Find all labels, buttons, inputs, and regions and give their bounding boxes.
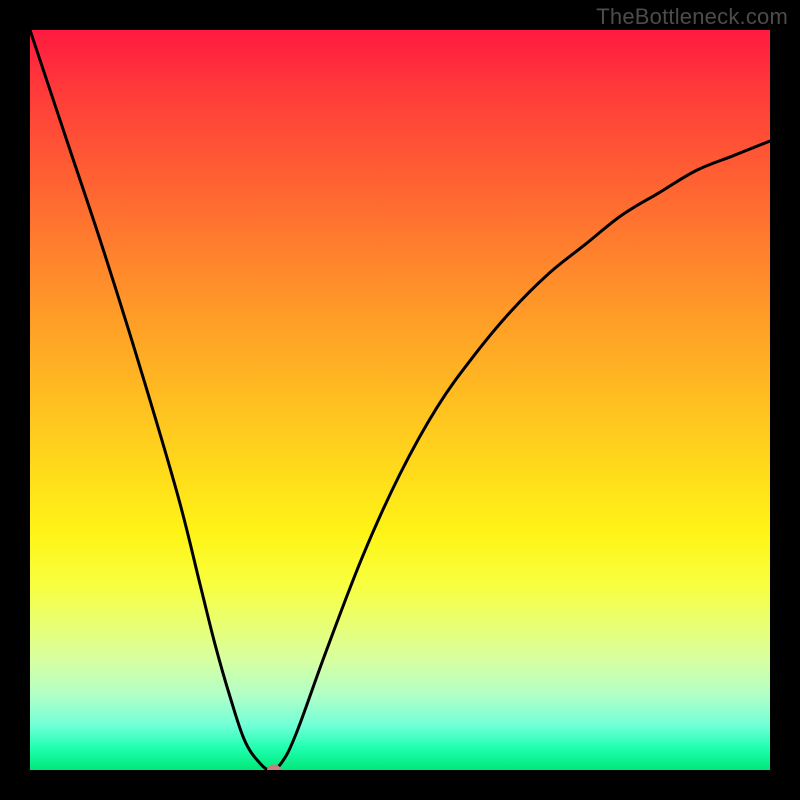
curve-svg: [30, 30, 770, 770]
optimal-point-marker: [267, 765, 281, 771]
chart-frame: TheBottleneck.com: [0, 0, 800, 800]
bottleneck-curve: [30, 30, 770, 770]
watermark-text: TheBottleneck.com: [596, 4, 788, 30]
plot-area: [30, 30, 770, 770]
